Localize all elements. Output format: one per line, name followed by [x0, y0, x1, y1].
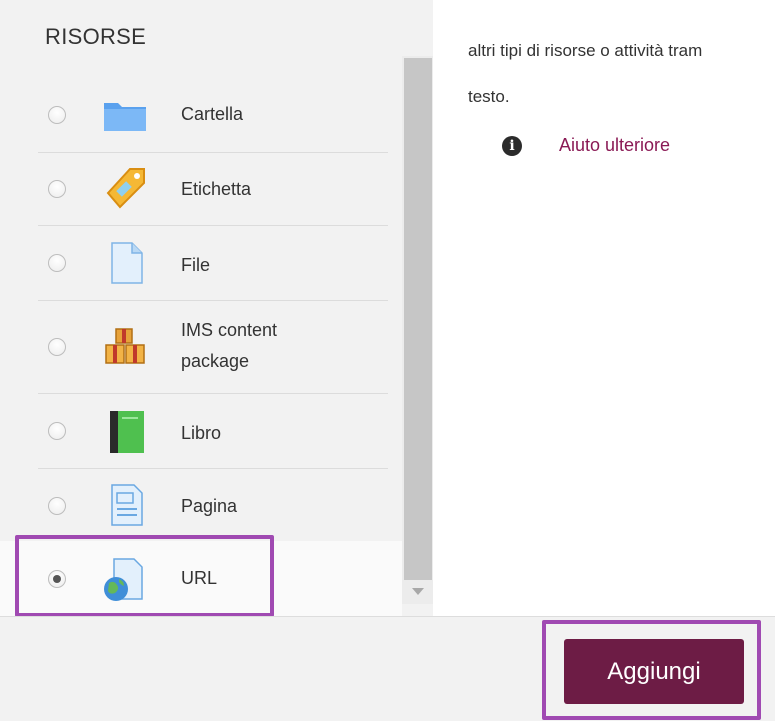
- page-icon: [100, 481, 150, 529]
- resource-item-ims-content-package[interactable]: IMS content package: [0, 301, 402, 393]
- resources-heading: RISORSE: [45, 24, 147, 49]
- radio-cartella[interactable]: [48, 106, 66, 124]
- resource-label-etichetta: Etichetta: [181, 179, 252, 199]
- package-icon: [100, 323, 150, 371]
- resource-item-etichetta[interactable]: Etichetta: [0, 153, 402, 225]
- radio-libro[interactable]: [48, 422, 66, 440]
- radio-pagina[interactable]: [48, 497, 66, 515]
- description-line2: testo.: [468, 87, 510, 106]
- resource-item-cartella[interactable]: Cartella: [0, 78, 402, 152]
- resource-label-libro: Libro: [181, 423, 222, 443]
- folder-icon: [100, 91, 150, 139]
- resource-label-pagina: Pagina: [181, 496, 238, 516]
- resource-item-pagina[interactable]: Pagina: [0, 469, 402, 541]
- scrollbar-thumb[interactable]: [404, 58, 432, 580]
- file-icon: [100, 239, 150, 287]
- label-tag-icon: [100, 163, 150, 211]
- resources-panel: RISORSE Cartella Etichetta File IMS cont…: [0, 0, 433, 616]
- resource-item-libro[interactable]: Libro: [0, 394, 402, 468]
- info-icon: i: [502, 135, 522, 156]
- resource-label-cartella: Cartella: [181, 104, 244, 124]
- add-button[interactable]: Aggiungi: [564, 639, 744, 704]
- url-highlight-frame: [15, 535, 274, 617]
- resource-label-file: File: [181, 255, 211, 275]
- radio-file[interactable]: [48, 254, 66, 272]
- scroll-down-arrow-icon[interactable]: [412, 588, 424, 595]
- resource-label-ims-content-package: IMS content package: [181, 315, 381, 377]
- description-line1: altri tipi di risorse o attività tram: [468, 41, 703, 60]
- radio-etichetta[interactable]: [48, 180, 66, 198]
- help-link[interactable]: Aiuto ulteriore: [559, 135, 670, 156]
- description-text: altri tipi di risorse o attività tram te…: [468, 28, 775, 120]
- resource-item-file[interactable]: File: [0, 226, 402, 300]
- resource-label-line1: IMS content: [181, 320, 278, 340]
- help-row: i Aiuto ulteriore: [502, 135, 670, 156]
- radio-ims-content-package[interactable]: [48, 338, 66, 356]
- resource-label-line2: package: [181, 351, 250, 371]
- book-icon: [100, 407, 150, 455]
